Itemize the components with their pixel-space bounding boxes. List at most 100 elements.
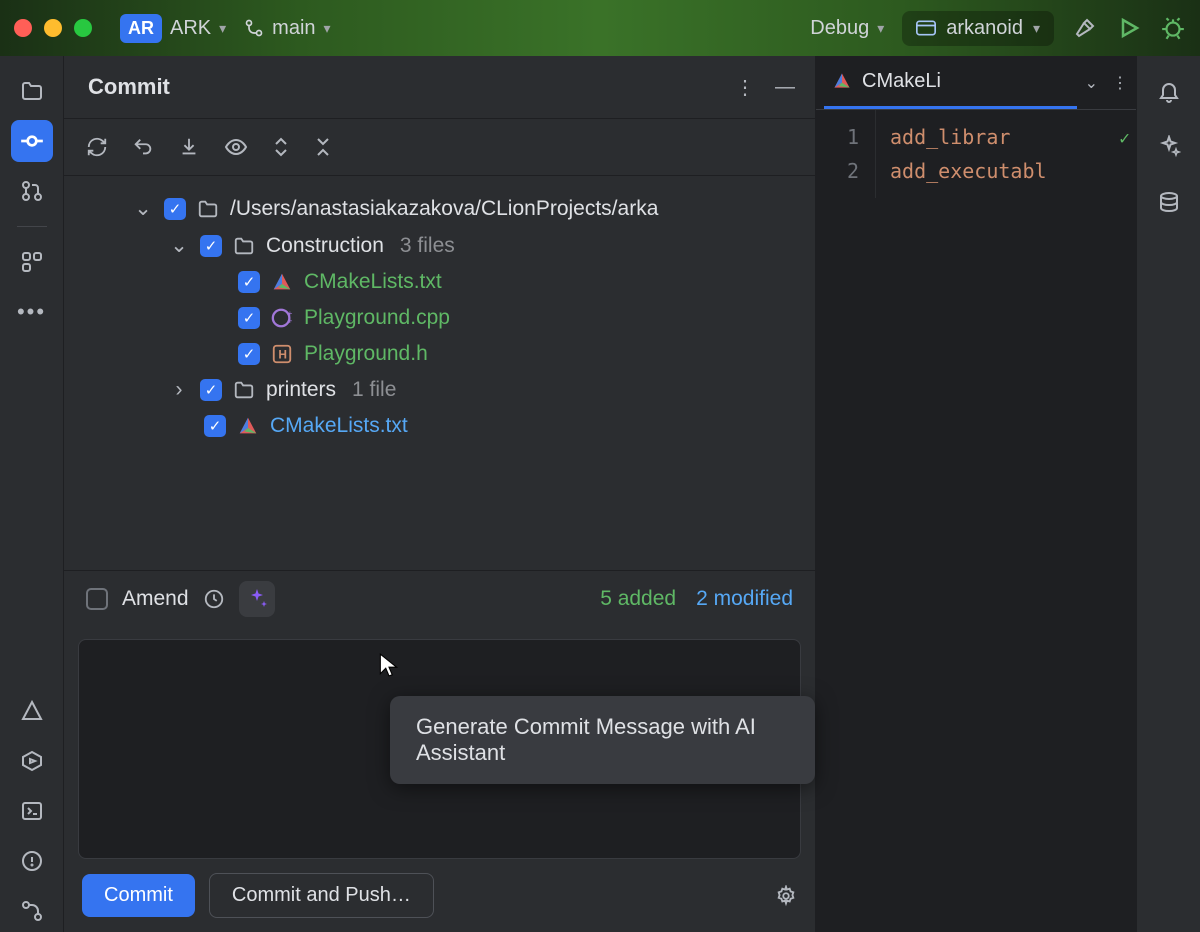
- ai-generate-button[interactable]: [239, 581, 275, 617]
- run-target-selector[interactable]: arkanoid ▾: [902, 11, 1054, 46]
- ellipsis-icon: •••: [17, 299, 46, 325]
- minimize-window-icon[interactable]: [44, 19, 62, 37]
- commit-button[interactable]: Commit: [82, 874, 195, 917]
- history-icon: [203, 588, 225, 610]
- cmake-tool-button[interactable]: [11, 690, 53, 732]
- panel-menu-icon[interactable]: ⋮: [735, 75, 755, 100]
- structure-tool-button[interactable]: [11, 241, 53, 283]
- warning-circle-icon: [20, 849, 44, 873]
- svg-text:H: H: [278, 348, 287, 362]
- folder-icon: [20, 79, 44, 103]
- play-icon: [1117, 16, 1141, 40]
- panel-title: Commit: [88, 74, 170, 100]
- checkbox-checked[interactable]: ✓: [164, 198, 186, 220]
- problems-tool-button[interactable]: [11, 840, 53, 882]
- tab-chevron-icon[interactable]: ⌄: [1085, 73, 1098, 93]
- gear-icon: [775, 885, 797, 907]
- file-playground-h[interactable]: ✓ H Playground.h: [74, 336, 805, 372]
- collapse-icon: [314, 136, 332, 158]
- cmake-file-icon: [270, 270, 294, 294]
- commit-toolbar: [64, 119, 815, 176]
- services-icon: [20, 749, 44, 773]
- amend-label: Amend: [122, 587, 189, 611]
- checkbox-checked[interactable]: ✓: [204, 415, 226, 437]
- branch-selector[interactable]: main ▾: [244, 17, 330, 40]
- editor-area: CMakeLi ⌄ ⋮ 1 2 add_librar add_executabl…: [816, 56, 1136, 932]
- commit-tool-button[interactable]: [11, 120, 53, 162]
- modified-count: 2 modified: [696, 587, 793, 611]
- refresh-button[interactable]: [86, 136, 108, 158]
- diff-button[interactable]: [224, 135, 248, 159]
- chevron-down-icon[interactable]: ⌄: [132, 196, 154, 221]
- tab-label: CMakeLi: [862, 70, 941, 93]
- tab-menu-icon[interactable]: ⋮: [1112, 73, 1128, 93]
- terminal-tool-button[interactable]: [11, 790, 53, 832]
- structure-icon: [20, 250, 44, 274]
- bug-icon: [1160, 15, 1186, 41]
- editor-tab[interactable]: CMakeLi: [824, 56, 1077, 109]
- sparkle-icon: [1157, 135, 1181, 159]
- cmake-file-icon: [236, 414, 260, 438]
- file-playground-cpp[interactable]: ✓ ++ Playground.cpp: [74, 300, 805, 336]
- ai-assistant-button[interactable]: [1148, 126, 1190, 168]
- git-icon: [20, 899, 44, 923]
- chevron-right-icon[interactable]: ›: [168, 378, 190, 402]
- services-tool-button[interactable]: [11, 740, 53, 782]
- cpp-file-icon: ++: [270, 306, 294, 330]
- commit-and-push-button[interactable]: Commit and Push…: [209, 873, 434, 918]
- changes-tree: ⌄ ✓ /Users/anastasiakazakova/CLionProjec…: [64, 176, 815, 570]
- cmake-triangle-icon: [20, 699, 44, 723]
- build-config-selector[interactable]: Debug ▾: [810, 17, 884, 40]
- file-label: Playground.cpp: [304, 306, 450, 330]
- checkbox-checked[interactable]: ✓: [238, 343, 260, 365]
- file-count: 1 file: [352, 378, 396, 402]
- tooltip: Generate Commit Message with AI Assistan…: [390, 696, 815, 784]
- code-line: add_librar: [890, 125, 1010, 149]
- zoom-window-icon[interactable]: [74, 19, 92, 37]
- chevron-down-icon: ▾: [1033, 20, 1040, 37]
- checkbox-checked[interactable]: ✓: [238, 271, 260, 293]
- run-button[interactable]: [1116, 15, 1142, 41]
- project-selector[interactable]: AR ARK ▾: [120, 14, 226, 43]
- folder-icon: [232, 378, 256, 402]
- eye-icon: [224, 135, 248, 159]
- notifications-button[interactable]: [1148, 70, 1190, 112]
- expand-icon: [272, 136, 290, 158]
- code-line: add_executabl: [890, 159, 1047, 183]
- folder-construction[interactable]: ⌄ ✓ Construction 3 files: [74, 227, 805, 264]
- file-cmake-root[interactable]: ✓ CMakeLists.txt: [74, 408, 805, 444]
- line-gutter: 1 2: [816, 110, 876, 198]
- checkbox-checked[interactable]: ✓: [238, 307, 260, 329]
- rollback-button[interactable]: [132, 136, 154, 158]
- folder-icon: [232, 234, 256, 258]
- database-button[interactable]: [1148, 182, 1190, 224]
- window-controls: [14, 19, 92, 37]
- panel-minimize-icon[interactable]: —: [775, 76, 795, 99]
- settings-button[interactable]: [775, 885, 797, 907]
- code-content[interactable]: add_librar add_executabl ✓: [876, 110, 1136, 198]
- collapse-all-button[interactable]: [314, 136, 332, 158]
- terminal-icon: [20, 799, 44, 823]
- project-badge: AR: [120, 14, 162, 43]
- checkbox-checked[interactable]: ✓: [200, 379, 222, 401]
- more-tools-button[interactable]: •••: [11, 291, 53, 333]
- download-icon: [178, 136, 200, 158]
- amend-checkbox[interactable]: [86, 588, 108, 610]
- inspection-ok-icon[interactable]: ✓: [1119, 122, 1130, 156]
- project-tool-button[interactable]: [11, 70, 53, 112]
- branch-icon: [244, 18, 264, 38]
- vcs-tool-button[interactable]: [11, 890, 53, 932]
- history-button[interactable]: [203, 588, 225, 610]
- right-toolbar: [1136, 56, 1200, 932]
- close-window-icon[interactable]: [14, 19, 32, 37]
- debug-button[interactable]: [1160, 15, 1186, 41]
- file-cmake-construction[interactable]: ✓ CMakeLists.txt: [74, 264, 805, 300]
- tree-root[interactable]: ⌄ ✓ /Users/anastasiakazakova/CLionProjec…: [74, 190, 805, 227]
- expand-all-button[interactable]: [272, 136, 290, 158]
- checkbox-checked[interactable]: ✓: [200, 235, 222, 257]
- chevron-down-icon[interactable]: ⌄: [168, 233, 190, 258]
- folder-printers[interactable]: › ✓ printers 1 file: [74, 372, 805, 408]
- pull-requests-button[interactable]: [11, 170, 53, 212]
- build-button[interactable]: [1072, 15, 1098, 41]
- shelve-button[interactable]: [178, 136, 200, 158]
